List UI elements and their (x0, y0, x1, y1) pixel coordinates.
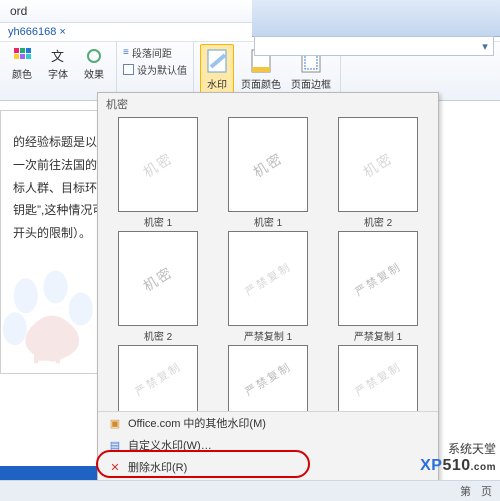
remove-icon: ✕ (108, 460, 122, 474)
svg-text:文: 文 (51, 49, 64, 64)
watermark-option[interactable]: 严禁复制严禁复制 2 (216, 345, 320, 411)
custom-icon: ▤ (108, 438, 122, 452)
theme-effects-button[interactable]: 效果 (78, 44, 110, 84)
baidu-paw-icon: 百 (0, 265, 105, 383)
checkbox-icon (123, 64, 134, 75)
watermark-option[interactable]: 严禁复制严禁复制 1 (326, 231, 430, 343)
more-watermarks-office[interactable]: ▣ Office.com 中的其他水印(M) (98, 412, 438, 434)
os-taskbar (252, 0, 500, 37)
watermark-option[interactable]: 严禁复制严禁复制 1 (216, 231, 320, 343)
status-text: 第 (460, 483, 471, 499)
watermark-option[interactable]: 机密机密 2 (326, 117, 430, 229)
watermark-option[interactable]: 严禁复制 (326, 345, 430, 411)
watermark-button[interactable]: 水印 (200, 44, 234, 94)
chevron-down-icon[interactable]: ▾ (477, 40, 493, 53)
office-icon: ▣ (108, 416, 122, 430)
paragraph-spacing-button[interactable]: ≡ 段落间距 (123, 45, 172, 60)
effects-icon (85, 47, 103, 65)
os-addressbar: ▾ (254, 36, 494, 56)
font-icon: 文 (49, 47, 67, 65)
document-tab[interactable]: yh666168 × (8, 26, 66, 38)
spacing-icon: ≡ (123, 47, 129, 58)
status-text: 页 (481, 483, 492, 499)
watermark-option[interactable]: 严禁复制严禁复制 2 (106, 345, 210, 411)
watermark-option[interactable]: 机密机密 2 (106, 231, 210, 343)
watermark-icon (203, 47, 231, 75)
custom-watermark[interactable]: ▤ 自定义水印(W)… (98, 434, 438, 456)
remove-watermark[interactable]: ✕ 删除水印(R) (98, 456, 438, 478)
palette-icon (13, 47, 31, 65)
set-default-checkbox[interactable]: 设为默认值 (123, 62, 187, 77)
watermark-option[interactable]: 机密机密 1 (106, 117, 210, 229)
theme-colors-button[interactable]: 颜色 (6, 44, 38, 84)
svg-text:百: 百 (28, 326, 65, 368)
status-bar: 第 页 (0, 480, 500, 501)
gallery-header: 机密 (98, 93, 438, 115)
gallery-grid: 机密机密 1 机密机密 1 机密机密 2 机密机密 2 严禁复制严禁复制 1 严… (98, 115, 438, 411)
watermark-option[interactable]: 机密机密 1 (216, 117, 320, 229)
watermark-gallery: 机密 机密机密 1 机密机密 1 机密机密 2 机密机密 2 严禁复制严禁复制 … (97, 92, 439, 501)
theme-fonts-button[interactable]: 文 字体 (42, 44, 74, 84)
